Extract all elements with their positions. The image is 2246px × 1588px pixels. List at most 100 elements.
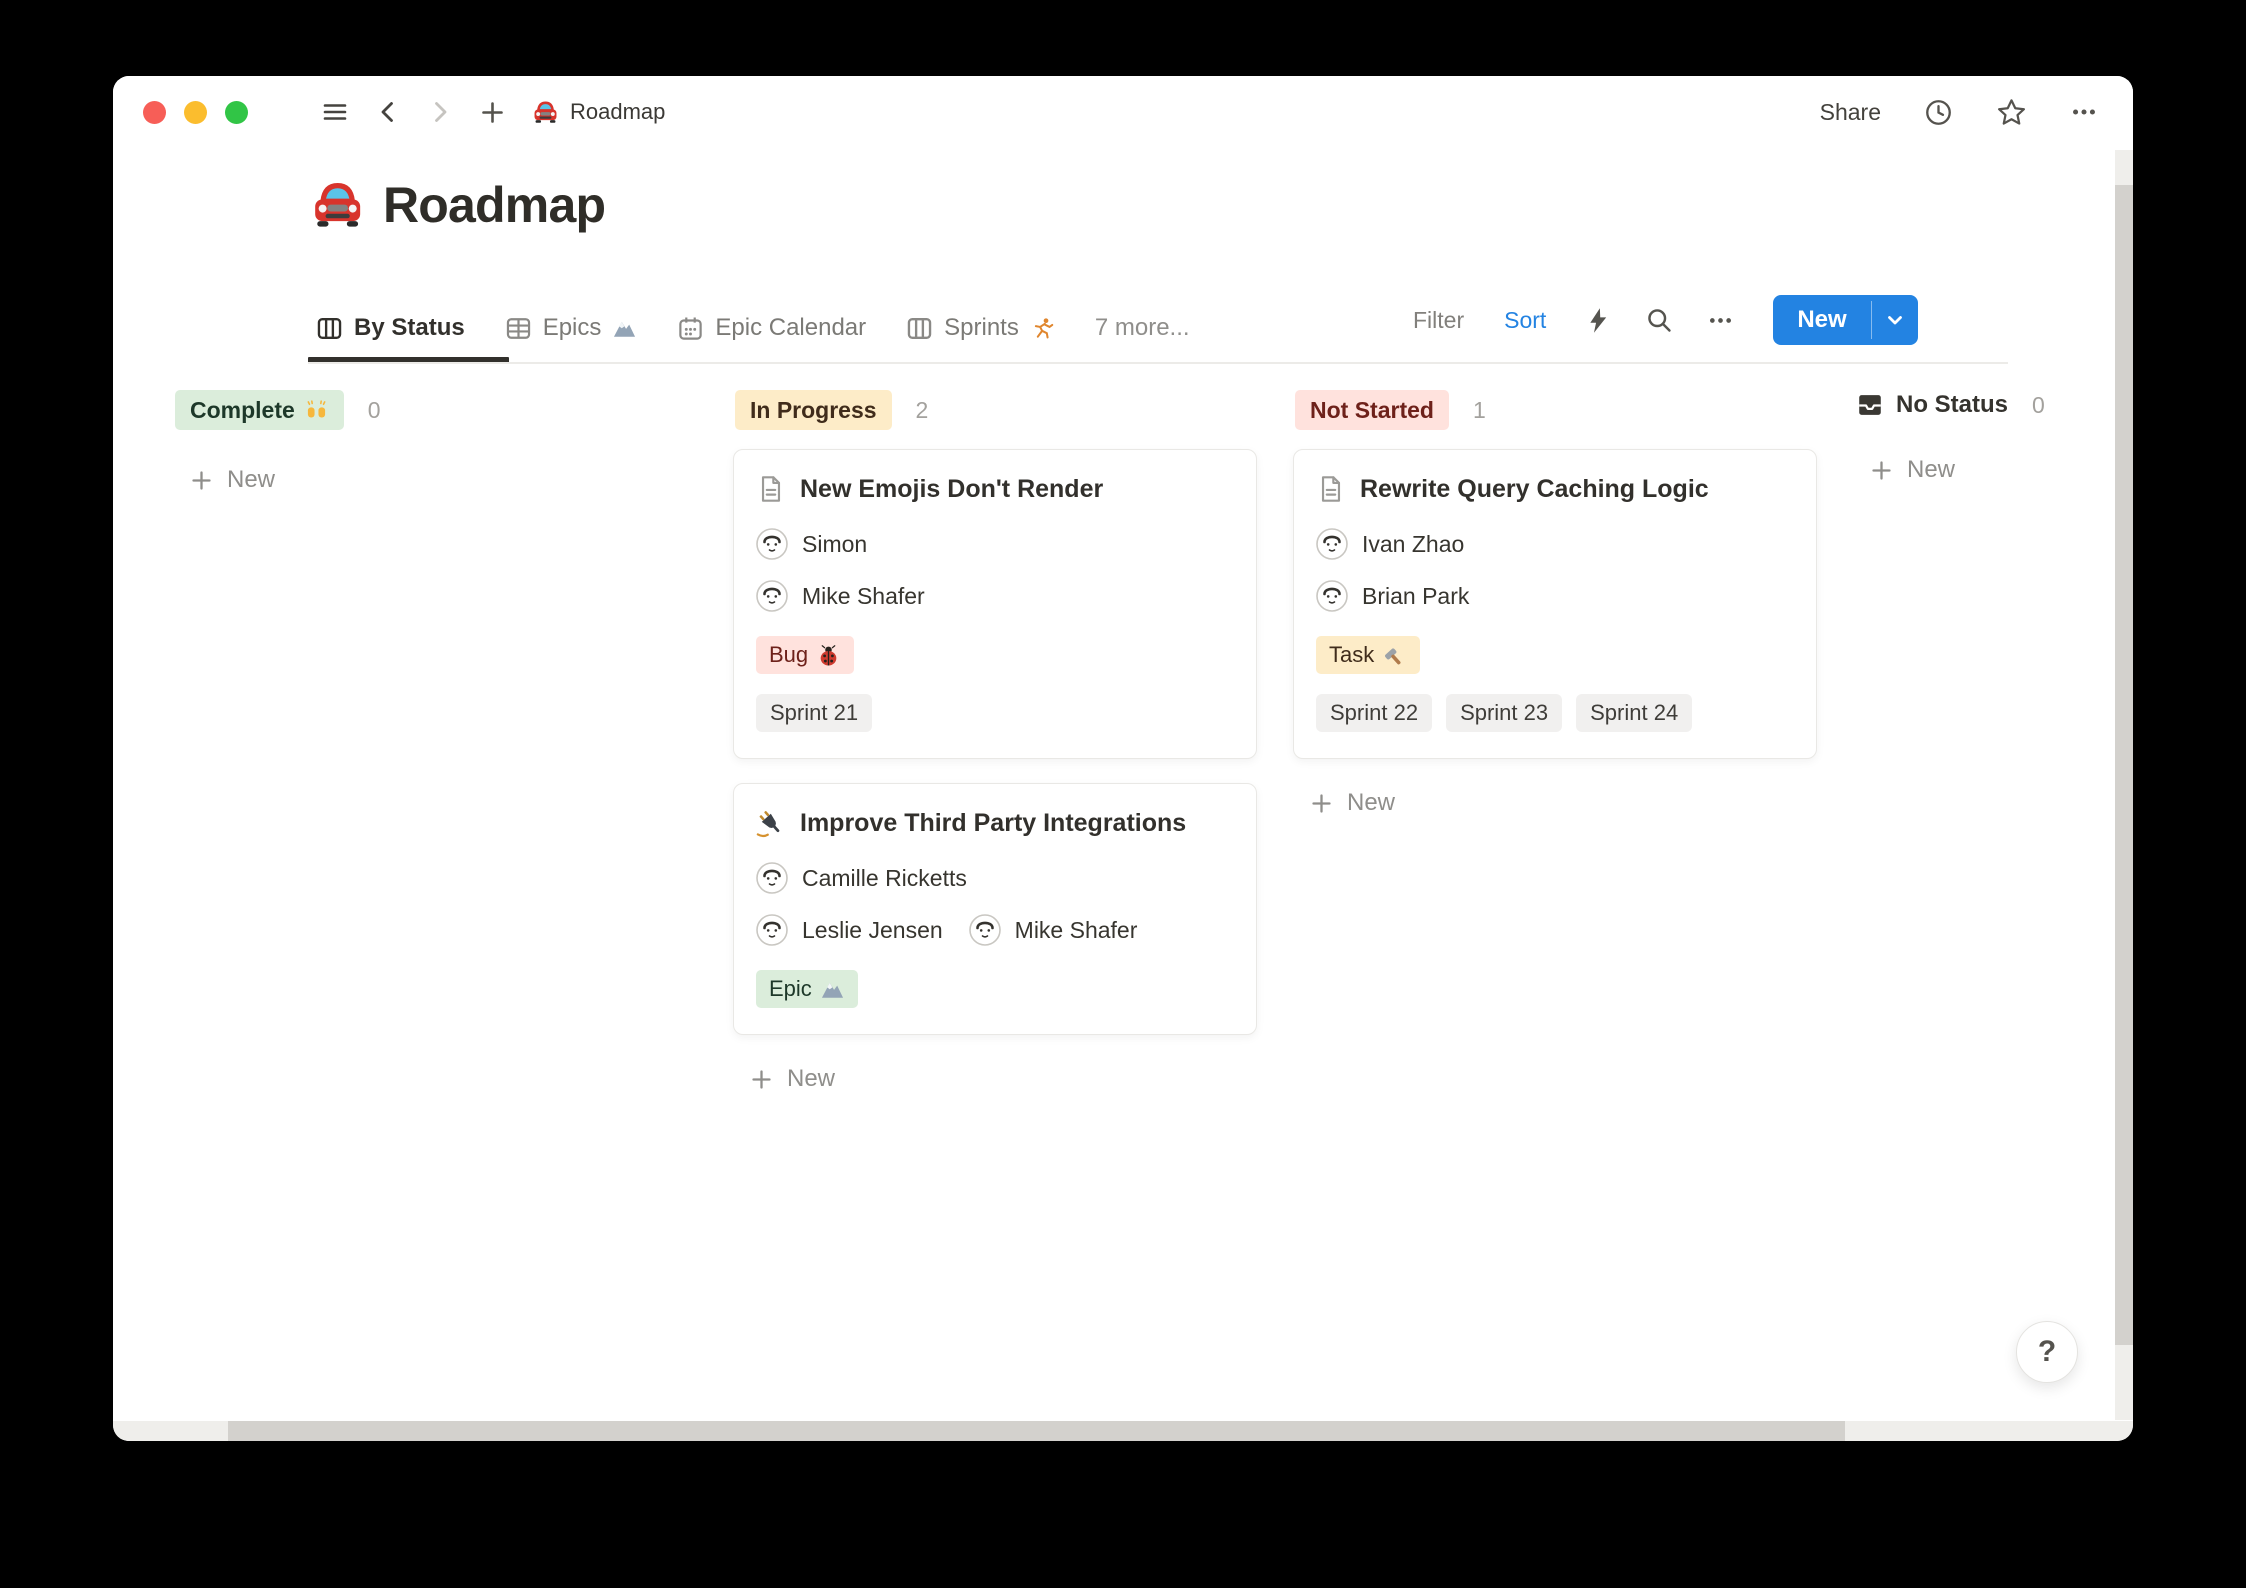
person-name: Mike Shafer xyxy=(802,583,925,610)
favorite-star-icon[interactable] xyxy=(1996,97,2027,128)
assignee: Mike Shafer xyxy=(969,914,1138,946)
tag-label: Task xyxy=(1329,642,1374,668)
page-title: Roadmap xyxy=(383,176,605,234)
new-tab-icon[interactable] xyxy=(479,99,506,126)
assignee-row: Mike Shafer xyxy=(756,580,1234,612)
zoom-window-button[interactable] xyxy=(225,101,248,124)
search-icon[interactable] xyxy=(1645,306,1674,335)
tab-by-status[interactable]: By Status xyxy=(316,314,465,342)
column-status-badge[interactable]: In Progress xyxy=(735,390,892,430)
assignee: Camille Ricketts xyxy=(756,862,967,894)
page-icon xyxy=(756,474,786,504)
add-card-button[interactable]: New xyxy=(733,1065,1257,1093)
help-button[interactable]: ? xyxy=(2016,1321,2078,1383)
card[interactable]: Rewrite Query Caching Logic Ivan Zhao Bria… xyxy=(1293,449,1817,759)
chevron-down-icon[interactable] xyxy=(1872,295,1918,345)
sort-button[interactable]: Sort xyxy=(1504,307,1546,334)
filter-button[interactable]: Filter xyxy=(1413,307,1464,334)
board-column-not-started: Not Started 1 Rewrite Query Caching Logic I… xyxy=(1293,390,1817,1093)
column-header: Not Started 1 xyxy=(1293,390,1817,430)
person-name: Mike Shafer xyxy=(1015,917,1138,944)
avatar-icon xyxy=(756,528,788,560)
column-title: No Status xyxy=(1855,390,2008,420)
car-icon[interactable] xyxy=(310,177,365,232)
assignee-row: Leslie JensenMike Shafer xyxy=(756,914,1234,946)
column-status-badge[interactable]: Complete xyxy=(175,390,344,430)
sprint-row: Sprint 22Sprint 23Sprint 24 xyxy=(1316,694,1794,732)
current-page-tab[interactable]: Roadmap xyxy=(532,99,665,126)
assignee: Brian Park xyxy=(1316,580,1469,612)
car-icon xyxy=(532,99,559,126)
table-icon xyxy=(505,315,532,342)
avatar-icon xyxy=(1316,580,1348,612)
tab-label: Epics xyxy=(543,314,602,342)
avatar-icon xyxy=(969,914,1001,946)
view-options-icon[interactable] xyxy=(1706,306,1735,335)
view-toolbar: Filter Sort New xyxy=(1413,295,1918,345)
avatar-icon xyxy=(756,862,788,894)
add-card-label: New xyxy=(227,466,275,494)
app-window: Roadmap Share Roadmap xyxy=(113,76,2133,1441)
forward-icon[interactable] xyxy=(427,99,453,125)
lightning-icon[interactable] xyxy=(1584,306,1613,335)
minimize-window-button[interactable] xyxy=(184,101,207,124)
sprint-chip: Sprint 22 xyxy=(1316,694,1432,732)
sprint-chip: Sprint 21 xyxy=(756,694,872,732)
add-card-button[interactable]: New xyxy=(173,466,697,494)
calendar-icon xyxy=(677,315,704,342)
new-button[interactable]: New xyxy=(1773,295,1870,345)
column-name: Not Started xyxy=(1310,397,1434,424)
tag-row: Epic xyxy=(756,970,1234,1008)
tag-row: Task xyxy=(1316,636,1794,674)
tag-badge: Task xyxy=(1316,636,1420,674)
add-card-button[interactable]: New xyxy=(1853,456,2133,484)
tag-badge: Epic xyxy=(756,970,858,1008)
tag-row: Bug xyxy=(756,636,1234,674)
sidebar-menu-icon[interactable] xyxy=(321,98,349,126)
column-count: 0 xyxy=(2032,392,2045,419)
more-options-icon[interactable] xyxy=(2069,97,2099,127)
column-cards: Rewrite Query Caching Logic Ivan Zhao Bria… xyxy=(1293,449,1817,759)
tab-epics[interactable]: Epics xyxy=(505,314,638,342)
clock-history-icon[interactable] xyxy=(1923,97,1954,128)
more-tabs-button[interactable]: 7 more... xyxy=(1095,314,1190,342)
person-name: Brian Park xyxy=(1362,583,1469,610)
window-controls xyxy=(143,76,248,148)
titlebar-right: Share xyxy=(1820,76,2099,148)
board-icon xyxy=(906,315,933,342)
card[interactable]: Improve Third Party Integrations Camille … xyxy=(733,783,1257,1035)
column-name: Complete xyxy=(190,397,295,424)
card[interactable]: New Emojis Don't Render Simon Mike Shafer B… xyxy=(733,449,1257,759)
sprint-chip: Sprint 24 xyxy=(1576,694,1692,732)
close-window-button[interactable] xyxy=(143,101,166,124)
column-status-badge[interactable]: Not Started xyxy=(1295,390,1449,430)
tab-sprints[interactable]: Sprints xyxy=(906,314,1055,342)
titlebar: Roadmap Share xyxy=(113,76,2133,148)
back-icon[interactable] xyxy=(375,99,401,125)
tab-label: Sprints xyxy=(944,314,1019,342)
column-header: In Progress 2 xyxy=(733,390,1257,430)
assignee-row: Simon xyxy=(756,528,1234,560)
avatar-icon xyxy=(756,580,788,612)
horizontal-scrollbar-thumb[interactable] xyxy=(228,1421,1845,1441)
add-card-label: New xyxy=(1347,789,1395,817)
column-count: 2 xyxy=(916,397,929,424)
kanban-board: Complete 0 New In Progress 2 New Emojis Don't… xyxy=(173,390,2133,1093)
add-card-button[interactable]: New xyxy=(1293,789,1817,817)
vertical-scrollbar-thumb[interactable] xyxy=(2115,185,2133,1345)
card-title-row: New Emojis Don't Render xyxy=(756,472,1234,506)
mountain-icon xyxy=(612,316,637,341)
card-title: New Emojis Don't Render xyxy=(800,475,1103,504)
card-title: Improve Third Party Integrations xyxy=(800,809,1186,838)
column-count: 1 xyxy=(1473,397,1486,424)
plus-icon xyxy=(1869,458,1894,483)
tab-epic-calendar[interactable]: Epic Calendar xyxy=(677,314,866,342)
tab-label: Epic Calendar xyxy=(715,314,866,342)
column-cards: New Emojis Don't Render Simon Mike Shafer B… xyxy=(733,449,1257,1035)
page-header: Roadmap xyxy=(310,176,605,234)
share-button[interactable]: Share xyxy=(1820,99,1881,126)
column-header: Complete 0 xyxy=(173,390,697,430)
person-name: Ivan Zhao xyxy=(1362,531,1464,558)
card-title-row: Rewrite Query Caching Logic xyxy=(1316,472,1794,506)
column-count: 0 xyxy=(368,397,381,424)
